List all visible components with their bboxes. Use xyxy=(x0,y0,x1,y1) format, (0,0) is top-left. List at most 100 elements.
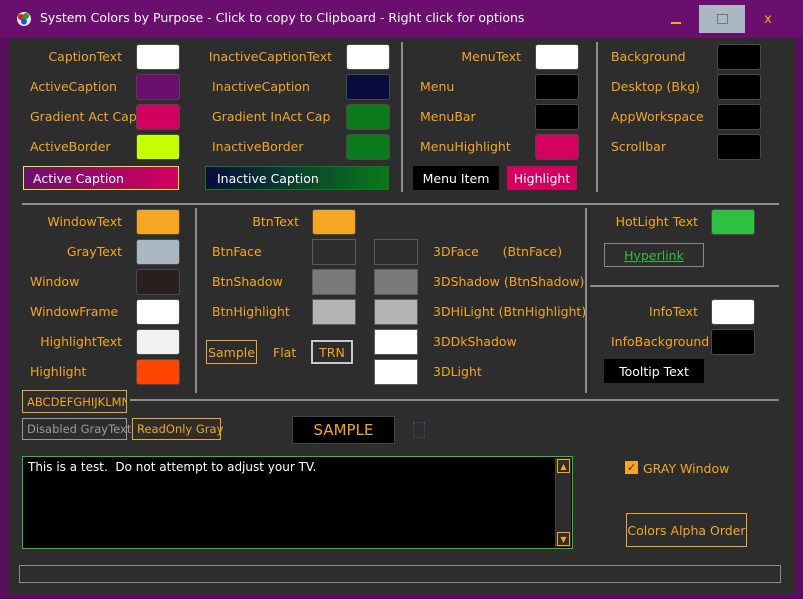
maximize-icon xyxy=(716,14,728,24)
swatch-scrollbar[interactable] xyxy=(717,134,761,160)
label-gradient-act-cap: Gradient Act Cap xyxy=(30,109,137,124)
swatch-background[interactable] xyxy=(717,44,761,70)
swatch-inactivecaptiontext[interactable] xyxy=(346,44,390,70)
swatch-btnshadow[interactable] xyxy=(312,269,356,295)
swatch-highlight[interactable] xyxy=(136,359,180,385)
label-btntext: BtnText xyxy=(252,214,299,229)
minimize-button[interactable] xyxy=(653,5,699,33)
swatch-menu[interactable] xyxy=(535,74,579,100)
colors-alpha-order-button[interactable]: Colors Alpha Order xyxy=(626,513,747,547)
separator xyxy=(585,208,587,393)
font-sample-button[interactable]: ABCDEFGHIJKLMNOPQRSTUVWXYZ xyxy=(22,390,127,413)
swatch-activeborder[interactable] xyxy=(136,134,180,160)
label-activeborder: ActiveBorder xyxy=(30,139,111,154)
label-3dlight: 3DLight xyxy=(433,364,482,379)
close-icon: x xyxy=(764,11,772,27)
label-menubar: MenuBar xyxy=(420,109,476,124)
trn-button[interactable]: TRN xyxy=(311,340,353,364)
swatch-windowframe[interactable] xyxy=(136,299,180,325)
swatch-activecaption[interactable] xyxy=(136,74,180,100)
scroll-up-icon[interactable]: ▲ xyxy=(557,459,570,473)
label-3dface: 3DFace (BtnFace) xyxy=(433,244,563,259)
menu-item-sample[interactable]: Menu Item xyxy=(413,166,499,190)
label-infobackground: InfoBackground xyxy=(611,334,710,349)
disabled-graytext-field: Disabled GrayText xyxy=(22,418,131,440)
label-highlight: Highlight xyxy=(30,364,87,379)
dotted-marker xyxy=(413,422,425,438)
label-btnface: BtnFace xyxy=(212,244,262,259)
label-background: Background xyxy=(611,49,686,64)
label-3dshadow: 3DShadow (BtnShadow) xyxy=(433,274,585,289)
swatch-window[interactable] xyxy=(136,269,180,295)
swatch-menutext[interactable] xyxy=(535,44,579,70)
swatch-gradient-act-cap[interactable] xyxy=(136,104,180,130)
label-btnshadow: BtnShadow xyxy=(212,274,283,289)
label-desktop: Desktop (Bkg) xyxy=(611,79,701,94)
label-windowframe: WindowFrame xyxy=(30,304,119,319)
sample-banner: SAMPLE xyxy=(292,416,395,444)
swatch-inactiveborder[interactable] xyxy=(346,134,390,160)
label-menuhighlight: MenuHighlight xyxy=(420,139,511,154)
gray-window-label[interactable]: GRAY Window xyxy=(643,461,729,476)
textbox-scrollbar[interactable]: ▲ ▼ xyxy=(555,458,571,547)
label-window: Window xyxy=(30,274,80,289)
swatch-3dhilight[interactable] xyxy=(374,299,418,325)
status-bar xyxy=(19,565,781,583)
swatch-appworkspace[interactable] xyxy=(717,104,761,130)
swatch-3dface[interactable] xyxy=(374,239,418,265)
label-activecaption: ActiveCaption xyxy=(30,79,117,94)
inactive-caption-sample[interactable]: Inactive Caption xyxy=(205,166,389,190)
label-infotext: InfoText xyxy=(649,304,698,319)
gray-window-checkbox[interactable]: ✓ xyxy=(625,461,638,474)
swatch-hotlight[interactable] xyxy=(711,209,755,235)
flat-button[interactable]: Flat xyxy=(273,345,296,360)
swatch-btntext[interactable] xyxy=(312,209,356,235)
minimize-icon xyxy=(671,22,681,24)
separator xyxy=(22,203,779,205)
label-inactivecaptiontext: InactiveCaptionText xyxy=(208,49,332,64)
label-highlighttext: HighlightText xyxy=(40,334,122,349)
menu-highlight-sample[interactable]: Highlight xyxy=(507,166,577,190)
swatch-btnhighlight[interactable] xyxy=(312,299,356,325)
separator xyxy=(195,208,197,393)
textbox-content[interactable]: This is a test. Do not attempt to adjust… xyxy=(28,460,316,474)
maximize-button[interactable] xyxy=(699,5,745,33)
swatch-3ddkshadow[interactable] xyxy=(374,329,418,355)
swatch-btnface[interactable] xyxy=(312,239,356,265)
swatch-menubar[interactable] xyxy=(535,104,579,130)
label-menu: Menu xyxy=(420,79,455,94)
swatch-captiontext[interactable] xyxy=(136,44,180,70)
swatch-desktop[interactable] xyxy=(717,74,761,100)
label-menutext: MenuText xyxy=(461,49,521,64)
window-title: System Colors by Purpose - Click to copy… xyxy=(40,10,525,25)
tooltip-sample[interactable]: Tooltip Text xyxy=(604,359,704,383)
swatch-infobackground[interactable] xyxy=(711,329,755,355)
separator xyxy=(590,285,779,287)
close-button[interactable]: x xyxy=(745,5,791,33)
label-btnhighlight: BtnHighlight xyxy=(212,304,290,319)
label-captiontext: CaptionText xyxy=(48,49,122,64)
swatch-windowtext[interactable] xyxy=(136,209,180,235)
label-inactivecaption: InactiveCaption xyxy=(212,79,310,94)
swatch-infotext[interactable] xyxy=(711,299,755,325)
test-textbox[interactable]: This is a test. Do not attempt to adjust… xyxy=(22,456,573,549)
label-3ddkshadow: 3DDkShadow xyxy=(433,334,517,349)
swatch-highlighttext[interactable] xyxy=(136,329,180,355)
swatch-graytext[interactable] xyxy=(136,239,180,265)
label-gradient-inact-cap: Gradient InAct Cap xyxy=(212,109,331,124)
separator xyxy=(596,42,598,192)
sample-button[interactable]: Sample xyxy=(206,340,257,364)
swatch-inactivecaption[interactable] xyxy=(346,74,390,100)
readonly-gray-field: ReadOnly Gray xyxy=(132,418,223,440)
swatch-menuhighlight[interactable] xyxy=(535,134,579,160)
label-appworkspace: AppWorkspace xyxy=(611,109,704,124)
swatch-3dshadow[interactable] xyxy=(374,269,418,295)
scroll-down-icon[interactable]: ▼ xyxy=(557,532,570,546)
separator xyxy=(401,42,403,192)
label-3dhilight: 3DHiLight (BtnHighlight) xyxy=(433,304,587,319)
label-scrollbar: Scrollbar xyxy=(611,139,666,154)
hyperlink-sample[interactable]: Hyperlink xyxy=(604,243,704,267)
active-caption-sample[interactable]: Active Caption xyxy=(23,166,179,190)
swatch-3dlight[interactable] xyxy=(374,359,418,385)
swatch-gradient-inact-cap[interactable] xyxy=(346,104,390,130)
